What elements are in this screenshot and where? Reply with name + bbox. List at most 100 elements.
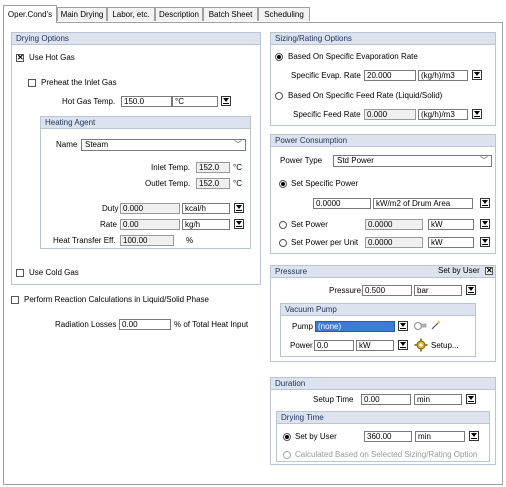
specific-power-unit[interactable]: kW/m2 of Drum Area — [373, 198, 473, 209]
set-power-input[interactable]: 0.0000 — [365, 219, 423, 230]
tab-bar: Oper.Cond's Main Drying Labor, etc. Desc… — [0, 0, 506, 24]
pump-equipment-icon[interactable] — [413, 320, 427, 331]
drying-time-set-by-user-radio[interactable] — [283, 433, 291, 441]
power-per-unit-input[interactable]: 0.0000 — [365, 237, 423, 248]
rate-value: 0.00 — [120, 219, 180, 230]
preheat-inlet-label: Preheat the Inlet Gas — [41, 78, 117, 87]
inlet-temp-label: Inlet Temp. — [151, 163, 190, 172]
specific-power-radio[interactable] — [279, 180, 287, 188]
preheat-inlet-checkbox[interactable] — [28, 79, 36, 87]
drying-time-calculated-radio[interactable] — [283, 451, 291, 459]
radiation-losses-input[interactable]: 0.00 — [119, 319, 171, 330]
duty-unit[interactable]: kcal/h — [182, 203, 230, 214]
vacuum-power-unit[interactable]: kW — [356, 340, 394, 351]
pressure-set-by-user-checkbox[interactable]: ✕ — [485, 267, 493, 275]
setup-time-unit-dropdown-icon[interactable] — [466, 394, 476, 404]
agent-name-select[interactable]: Steam ﹀ — [81, 139, 246, 151]
tab-batch-sheet[interactable]: Batch Sheet — [203, 7, 258, 21]
vacuum-power-input[interactable]: 0.0 — [314, 340, 354, 351]
drying-options-title: Drying Options — [12, 33, 260, 45]
pressure-unit[interactable]: bar — [414, 285, 462, 296]
power-consumption-title: Power Consumption — [271, 135, 495, 147]
power-type-select[interactable]: Std Power ﹀ — [333, 155, 492, 167]
outlet-temp-label: Outlet Temp. — [145, 179, 191, 188]
power-type-value: Std Power — [337, 156, 374, 165]
drying-time-input[interactable]: 360.00 — [364, 431, 412, 442]
setup-time-unit[interactable]: min — [414, 394, 462, 405]
feed-rate-input[interactable]: 0.000 — [364, 109, 416, 120]
inlet-temp-value: 152.0 — [196, 162, 230, 173]
power-type-label: Power Type — [280, 156, 323, 165]
pressure-set-by-user-label: Set by User — [438, 266, 480, 275]
power-per-unit-unit-dropdown-icon[interactable] — [480, 237, 490, 247]
agent-name-value: Steam — [85, 140, 109, 149]
tab-description[interactable]: Description — [155, 7, 203, 21]
tab-oper-conds[interactable]: Oper.Cond's — [3, 5, 57, 23]
pump-label: Pump — [292, 322, 313, 331]
pressure-label: Pressure — [329, 286, 362, 295]
outlet-temp-unit: °C — [233, 179, 242, 188]
specific-power-label: Set Specific Power — [291, 179, 359, 188]
power-consumption-group: Power Consumption — [270, 134, 496, 254]
radiation-losses-label: Radiation Losses — [55, 320, 117, 329]
hot-gas-temp-unit[interactable]: °C — [172, 96, 218, 107]
duty-unit-dropdown-icon[interactable] — [234, 203, 244, 213]
evap-rate-label: Specific Evap. Rate — [291, 71, 361, 80]
evap-rate-unit-dropdown-icon[interactable] — [472, 70, 482, 80]
duty-value: 0.000 — [120, 203, 180, 214]
feed-rate-unit-dropdown-icon[interactable] — [472, 109, 482, 119]
drying-time-title: Drying Time — [277, 412, 489, 424]
gear-icon[interactable] — [414, 338, 428, 352]
hot-gas-temp-label: Hot Gas Temp. — [62, 97, 116, 106]
evap-rate-option-label: Based On Specific Evaporation Rate — [288, 52, 418, 61]
radiation-losses-unit: % of Total Heat Input — [174, 320, 249, 329]
set-power-unit[interactable]: kW — [428, 219, 474, 230]
setup-button[interactable]: Setup... — [431, 341, 459, 351]
hot-gas-temp-input[interactable]: 150.0 — [121, 96, 172, 107]
tab-labor[interactable]: Labor, etc. — [107, 7, 155, 21]
duty-label: Duty — [102, 204, 119, 213]
evap-rate-radio[interactable] — [275, 53, 283, 61]
use-hot-gas-checkbox[interactable]: ✕ — [16, 54, 24, 62]
evap-rate-unit[interactable]: (kg/h)/m3 — [418, 70, 468, 81]
feed-rate-unit[interactable]: (kg/h)/m3 — [418, 109, 468, 120]
duration-title: Duration — [271, 378, 495, 390]
set-power-unit-dropdown-icon[interactable] — [480, 219, 490, 229]
drying-time-unit-dropdown-icon[interactable] — [469, 431, 479, 441]
reaction-calc-checkbox[interactable] — [11, 296, 19, 304]
heating-agent-title: Heating Agent — [41, 117, 250, 129]
drying-time-unit[interactable]: min — [415, 431, 465, 442]
inlet-temp-unit: °C — [233, 163, 242, 172]
reaction-calc-label: Perform Reaction Calculations in Liquid/… — [24, 295, 209, 304]
pump-dropdown-icon[interactable] — [398, 321, 408, 331]
set-power-label: Set Power — [291, 220, 328, 229]
pump-select[interactable]: (none) — [315, 321, 395, 332]
set-power-radio[interactable] — [279, 221, 287, 229]
vacuum-power-label: Power — [290, 341, 313, 350]
power-per-unit-unit[interactable]: kW — [428, 237, 474, 248]
pressure-unit-dropdown-icon[interactable] — [466, 285, 476, 295]
specific-power-unit-dropdown-icon[interactable] — [480, 198, 490, 208]
hte-label: Heat Transfer Eff. — [53, 236, 116, 245]
rate-unit-dropdown-icon[interactable] — [234, 219, 244, 229]
vacuum-power-unit-dropdown-icon[interactable] — [398, 340, 408, 350]
feed-rate-label: Specific Feed Rate — [293, 110, 361, 119]
pressure-input[interactable]: 0.500 — [362, 285, 412, 296]
evap-rate-input[interactable]: 20.000 — [364, 70, 416, 81]
tab-main-drying[interactable]: Main Drying — [57, 7, 107, 21]
tab-scheduling[interactable]: Scheduling — [258, 7, 310, 21]
power-per-unit-radio[interactable] — [279, 239, 287, 247]
drying-time-calculated-label: Calculated Based on Selected Sizing/Rati… — [295, 450, 478, 459]
rate-unit[interactable]: kg/h — [182, 219, 230, 230]
specific-power-input[interactable]: 0.0000 — [313, 198, 371, 209]
power-per-unit-label: Set Power per Unit — [291, 238, 359, 247]
feed-rate-radio[interactable] — [275, 92, 283, 100]
setup-time-label: Setup Time — [313, 395, 354, 404]
setup-time-input[interactable]: 0.00 — [361, 394, 411, 405]
rate-label: Rate — [100, 220, 117, 229]
hot-gas-temp-unit-dropdown-icon[interactable] — [221, 96, 231, 106]
use-cold-gas-checkbox[interactable] — [16, 269, 24, 277]
drying-time-set-by-user-label: Set by User — [295, 432, 337, 441]
vacuum-pump-title: Vacuum Pump — [281, 304, 475, 316]
magic-wand-icon[interactable] — [430, 319, 442, 331]
